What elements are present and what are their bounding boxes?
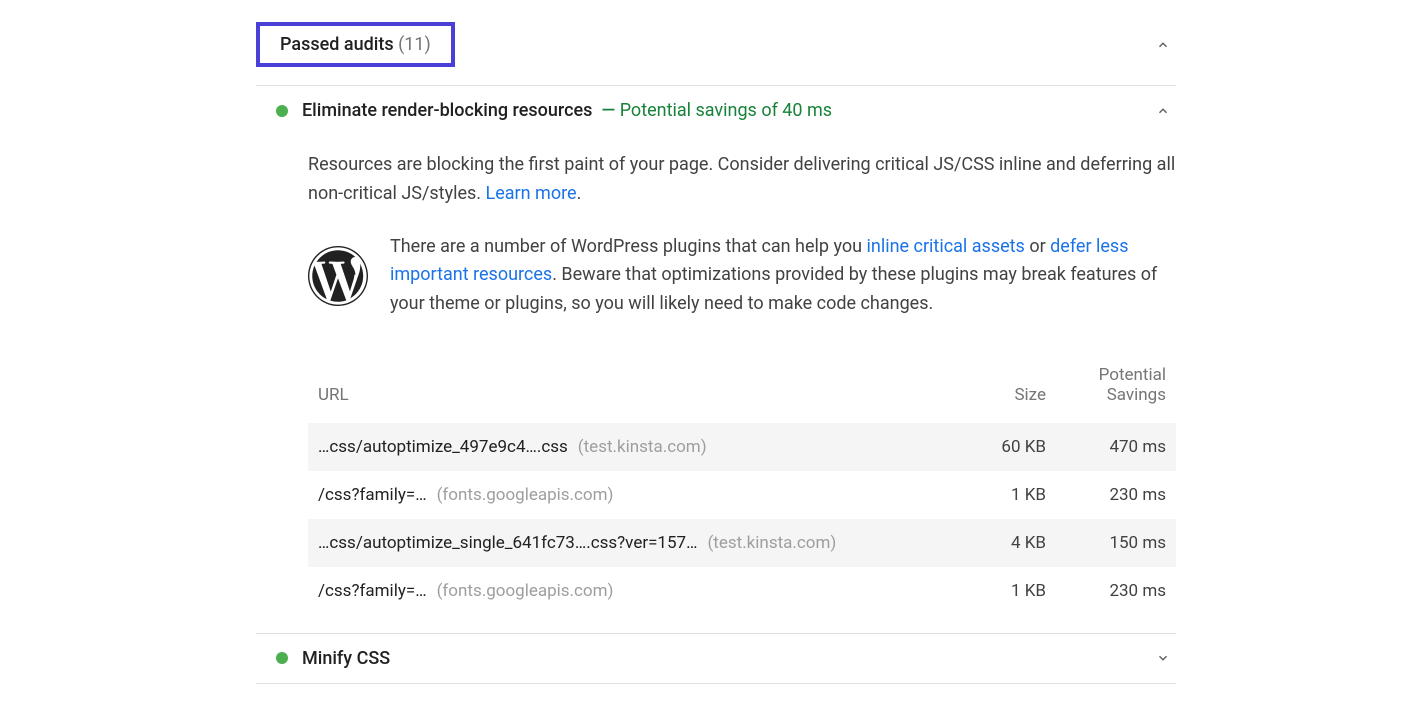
cell-url: /css?family=… (fonts.googleapis.com) (308, 471, 976, 519)
passed-audits-header[interactable]: Passed audits (11) (256, 14, 1176, 86)
cell-savings: 230 ms (1056, 471, 1176, 519)
description-post: . (577, 183, 582, 204)
status-dot-pass-icon (276, 652, 288, 664)
table-row: /css?family=… (fonts.googleapis.com) 1 KB… (308, 471, 1176, 519)
learn-more-link[interactable]: Learn more (486, 183, 577, 204)
inline-critical-link[interactable]: inline critical assets (867, 236, 1025, 257)
table-row: …css/autoptimize_single_641fc73….css?ver… (308, 519, 1176, 567)
url-path: /css?family=… (318, 485, 427, 505)
audit-title: Eliminate render-blocking resources — Po… (302, 100, 832, 121)
url-path: …css/autoptimize_single_641fc73….css?ver… (318, 533, 697, 553)
audit-dash: — (601, 100, 615, 121)
table-row: /css?family=… (fonts.googleapis.com) 1 KB… (308, 567, 1176, 615)
section-count: (11) (398, 34, 431, 55)
chevron-down-icon[interactable] (1156, 651, 1176, 665)
table-header-row: URL Size Potential Savings (308, 355, 1176, 423)
audit-eliminate-render-blocking[interactable]: Eliminate render-blocking resources — Po… (256, 86, 1176, 135)
section-title-text: Passed audits (280, 34, 394, 55)
col-savings: Potential Savings (1056, 355, 1176, 423)
passed-audits-highlight: Passed audits (11) (256, 22, 455, 67)
cell-url: …css/autoptimize_single_641fc73….css?ver… (308, 519, 976, 567)
platform-tip: There are a number of WordPress plugins … (308, 233, 1176, 319)
cell-size: 1 KB (976, 471, 1056, 519)
platform-tip-text: There are a number of WordPress plugins … (390, 233, 1176, 319)
url-path: …css/autoptimize_497e9c4….css (318, 437, 568, 457)
cell-size: 4 KB (976, 519, 1056, 567)
wordpress-icon (308, 246, 368, 306)
url-host: (test.kinsta.com) (707, 533, 836, 553)
cell-size: 1 KB (976, 567, 1056, 615)
url-host: (fonts.googleapis.com) (437, 581, 614, 601)
table-row: …css/autoptimize_497e9c4….css (test.kinst… (308, 423, 1176, 471)
tip-mid1: or (1025, 236, 1050, 257)
cell-url: /css?family=… (fonts.googleapis.com) (308, 567, 976, 615)
cell-size: 60 KB (976, 423, 1056, 471)
description-text: Resources are blocking the first paint o… (308, 154, 1175, 204)
url-path: /css?family=… (318, 581, 427, 601)
url-host: (test.kinsta.com) (578, 437, 707, 457)
resource-table: URL Size Potential Savings …css/autoptim… (308, 355, 1176, 615)
col-url: URL (308, 355, 976, 423)
cell-savings: 470 ms (1056, 423, 1176, 471)
tip-pre: There are a number of WordPress plugins … (390, 236, 867, 257)
audit-title-text: Eliminate render-blocking resources (302, 100, 592, 121)
audit-title: Minify CSS (302, 648, 390, 669)
cell-savings: 150 ms (1056, 519, 1176, 567)
url-host: (fonts.googleapis.com) (437, 485, 614, 505)
cell-url: …css/autoptimize_497e9c4….css (test.kinst… (308, 423, 976, 471)
audit-body: Resources are blocking the first paint o… (256, 135, 1176, 615)
cell-savings: 230 ms (1056, 567, 1176, 615)
audit-minify-css[interactable]: Minify CSS (256, 633, 1176, 684)
audit-savings: Potential savings of 40 ms (620, 100, 832, 121)
section-title: Passed audits (11) (280, 34, 431, 55)
audit-description: Resources are blocking the first paint o… (308, 151, 1176, 209)
chevron-up-icon[interactable] (1156, 104, 1176, 118)
chevron-up-icon[interactable] (1156, 38, 1176, 52)
col-size: Size (976, 355, 1056, 423)
status-dot-pass-icon (276, 105, 288, 117)
